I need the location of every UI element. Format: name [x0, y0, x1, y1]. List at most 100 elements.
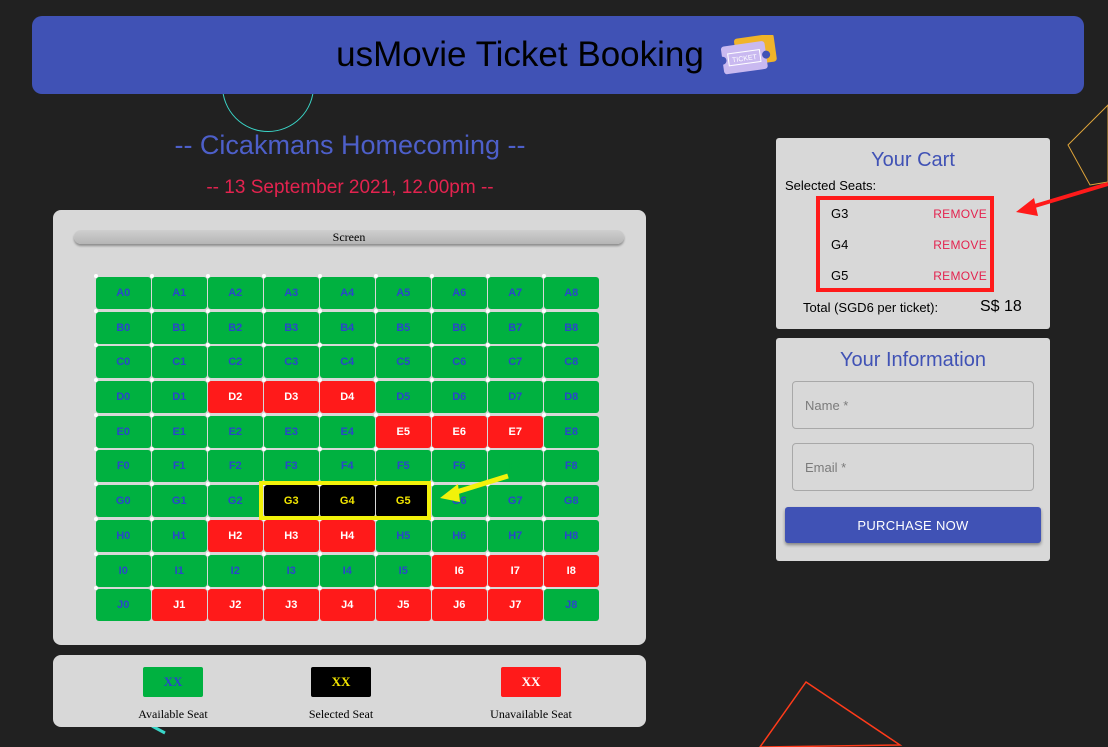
- seat-h3: H3: [262, 516, 319, 552]
- seat-i4[interactable]: I4: [318, 551, 375, 587]
- seat-e1[interactable]: E1: [150, 412, 207, 448]
- seat-h5[interactable]: H5: [374, 516, 431, 552]
- seat-i5[interactable]: I5: [374, 551, 431, 587]
- seat-h1[interactable]: H1: [150, 516, 207, 552]
- seat-c3[interactable]: C3: [262, 343, 319, 379]
- legend-label-unavailable: Unavailable Seat: [490, 707, 572, 721]
- seat-a1[interactable]: A1: [150, 274, 207, 309]
- seat-g8[interactable]: G8: [542, 482, 599, 518]
- seat-i1[interactable]: I1: [150, 551, 207, 587]
- seat-h6[interactable]: H6: [430, 516, 487, 552]
- seat-a7[interactable]: A7: [486, 274, 543, 309]
- movie-date: -- 13 September 2021, 12.00pm --: [206, 177, 494, 198]
- seat-j0[interactable]: J0: [94, 586, 151, 622]
- seat-b5[interactable]: B5: [374, 308, 431, 344]
- seat-d7[interactable]: D7: [486, 378, 543, 414]
- seat-b2[interactable]: B2: [206, 308, 263, 344]
- seat-i2[interactable]: I2: [206, 551, 263, 587]
- email-input[interactable]: [792, 443, 1034, 491]
- seat-b3[interactable]: B3: [262, 308, 319, 344]
- seat-d0[interactable]: D0: [94, 378, 151, 414]
- seat-f2[interactable]: F2: [206, 447, 263, 483]
- seat-a8[interactable]: A8: [542, 274, 599, 309]
- seat-i8: I8: [542, 551, 599, 587]
- seat-c2[interactable]: C2: [206, 343, 263, 379]
- seat-f4[interactable]: F4: [318, 447, 375, 483]
- seat-b1[interactable]: B1: [150, 308, 207, 344]
- seat-f1[interactable]: F1: [150, 447, 207, 483]
- seat-g0[interactable]: G0: [94, 482, 151, 518]
- legend-available: XX Available Seat: [113, 667, 233, 722]
- seat-g1[interactable]: G1: [150, 482, 207, 518]
- cart-item: G5 REMOVE: [831, 268, 989, 288]
- seat-b4[interactable]: B4: [318, 308, 375, 344]
- seat-c5[interactable]: C5: [374, 343, 431, 379]
- screen-indicator: Screen: [74, 230, 624, 244]
- seat-h0[interactable]: H0: [94, 516, 151, 552]
- seat-d8[interactable]: D8: [542, 378, 599, 414]
- seat-c0[interactable]: C0: [94, 343, 151, 379]
- seat-b8[interactable]: B8: [542, 308, 599, 344]
- seat-b0[interactable]: B0: [94, 308, 151, 344]
- seat-c6[interactable]: C6: [430, 343, 487, 379]
- app-header: usMovie Ticket Booking TICKET: [32, 16, 1084, 94]
- seat-h4: H4: [318, 516, 375, 552]
- app-title: usMovie Ticket Booking: [336, 35, 704, 74]
- seat-f8[interactable]: F8: [542, 447, 599, 483]
- seat-d6[interactable]: D6: [430, 378, 487, 414]
- seat-i6: I6: [430, 551, 487, 587]
- cart-panel: Your Cart Selected Seats: G3 REMOVE G4 R…: [776, 138, 1050, 329]
- seat-g2[interactable]: G2: [206, 482, 263, 518]
- seat-e2[interactable]: E2: [206, 412, 263, 448]
- seat-j8[interactable]: J8: [542, 586, 599, 622]
- cart-total-value: S$ 18: [980, 298, 1022, 315]
- seat-f0[interactable]: F0: [94, 447, 151, 483]
- seat-a3[interactable]: A3: [262, 274, 319, 309]
- seat-a2[interactable]: A2: [206, 274, 263, 309]
- seat-e7: E7: [486, 412, 543, 448]
- seat-d4: D4: [318, 378, 375, 414]
- seat-c4[interactable]: C4: [318, 343, 375, 379]
- seat-j2: J2: [206, 586, 263, 622]
- seat-h8[interactable]: H8: [542, 516, 599, 552]
- name-input[interactable]: [792, 381, 1034, 429]
- cart-seat-list: G3 REMOVE G4 REMOVE G5 REMOVE: [816, 196, 994, 292]
- seat-e4[interactable]: E4: [318, 412, 375, 448]
- seat-e5: E5: [374, 412, 431, 448]
- seat-a5[interactable]: A5: [374, 274, 431, 309]
- seat-f3[interactable]: F3: [262, 447, 319, 483]
- seat-j7: J7: [486, 586, 543, 622]
- seat-d5[interactable]: D5: [374, 378, 431, 414]
- seat-a0[interactable]: A0: [94, 274, 151, 309]
- legend-swatch-selected: XX: [311, 667, 371, 697]
- seat-j6: J6: [430, 586, 487, 622]
- seat-c1[interactable]: C1: [150, 343, 207, 379]
- purchase-now-button[interactable]: PURCHASE NOW: [785, 507, 1041, 543]
- cart-item: G4 REMOVE: [831, 237, 989, 257]
- remove-button[interactable]: REMOVE: [933, 269, 987, 283]
- seat-e0[interactable]: E0: [94, 412, 151, 448]
- seat-i0[interactable]: I0: [94, 551, 151, 587]
- cart-title: Your Cart: [871, 149, 955, 171]
- seat-e6: E6: [430, 412, 487, 448]
- seat-a4[interactable]: A4: [318, 274, 375, 309]
- legend-label-selected: Selected Seat: [308, 707, 374, 721]
- legend-swatch-available: XX: [143, 667, 203, 697]
- seat-f5[interactable]: F5: [374, 447, 431, 483]
- seat-j3: J3: [262, 586, 319, 622]
- seat-a6[interactable]: A6: [430, 274, 487, 309]
- seat-e8[interactable]: E8: [542, 412, 599, 448]
- seat-c7[interactable]: C7: [486, 343, 543, 379]
- seat-d1[interactable]: D1: [150, 378, 207, 414]
- information-title: Your Information: [839, 349, 986, 371]
- seat-h2: H2: [206, 516, 263, 552]
- seat-h7[interactable]: H7: [486, 516, 543, 552]
- seat-c8[interactable]: C8: [542, 343, 599, 379]
- seat-i3[interactable]: I3: [262, 551, 319, 587]
- remove-button[interactable]: REMOVE: [933, 207, 987, 221]
- remove-button[interactable]: REMOVE: [933, 238, 987, 252]
- seat-e3[interactable]: E3: [262, 412, 319, 448]
- seat-j4: J4: [318, 586, 375, 622]
- seat-b7[interactable]: B7: [486, 308, 543, 344]
- seat-b6[interactable]: B6: [430, 308, 487, 344]
